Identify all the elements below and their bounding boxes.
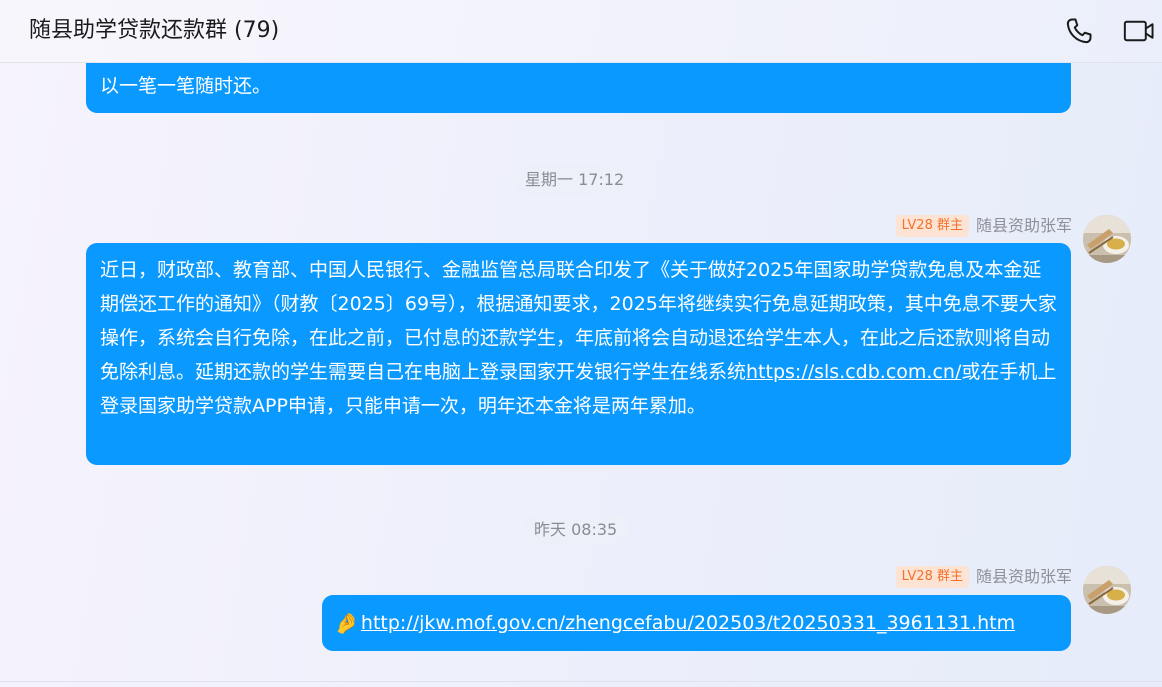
group-title: 随县助学贷款还款群 (79)	[29, 18, 280, 43]
sender-info: LV28 群主 随县资助张军	[895, 565, 1072, 589]
avatar[interactable]	[1083, 566, 1131, 614]
message-text: 近日，财政部、教育部、中国人民银行、金融监管总局联合印发了《关于做好2025年国…	[100, 253, 1057, 423]
phone-icon	[1066, 18, 1092, 44]
message-link[interactable]: https://sls.cdb.com.cn/	[746, 361, 961, 383]
sender-info: LV28 群主 随县资助张军	[895, 214, 1072, 238]
message-text: 以一笔一笔随时还。	[100, 75, 272, 97]
message-bubble-previous[interactable]: 以一笔一笔随时还。	[86, 63, 1071, 113]
voice-call-button[interactable]	[1062, 14, 1096, 48]
message-link[interactable]: http://jkw.mof.gov.cn/zhengcefabu/202503…	[361, 606, 1015, 640]
timestamp-divider: 昨天 08:35	[522, 515, 630, 545]
chat-header: 随县助学贷款还款群 (79)	[0, 0, 1162, 63]
timestamp-divider: 星期一 17:12	[513, 165, 637, 195]
video-camera-icon	[1123, 20, 1154, 42]
level-badge: LV28 群主	[895, 215, 969, 237]
divider	[0, 681, 1162, 682]
message-bubble[interactable]: 🤌 http://jkw.mof.gov.cn/zhengcefabu/2025…	[322, 595, 1071, 651]
sender-name[interactable]: 随县资助张军	[976, 214, 1072, 238]
message-list[interactable]: 以一笔一笔随时还。 星期一 17:12 LV28 群主 随县资助张军 近日，财政…	[0, 63, 1162, 687]
level-badge: LV28 群主	[895, 566, 969, 588]
avatar[interactable]	[1083, 215, 1131, 263]
video-call-button[interactable]	[1122, 14, 1156, 48]
avatar-image	[1083, 215, 1131, 263]
sender-name[interactable]: 随县资助张军	[976, 565, 1072, 589]
pinched-fingers-emoji: 🤌	[334, 611, 359, 635]
message-bubble[interactable]: 近日，财政部、教育部、中国人民银行、金融监管总局联合印发了《关于做好2025年国…	[86, 243, 1071, 465]
avatar-image	[1083, 566, 1131, 614]
